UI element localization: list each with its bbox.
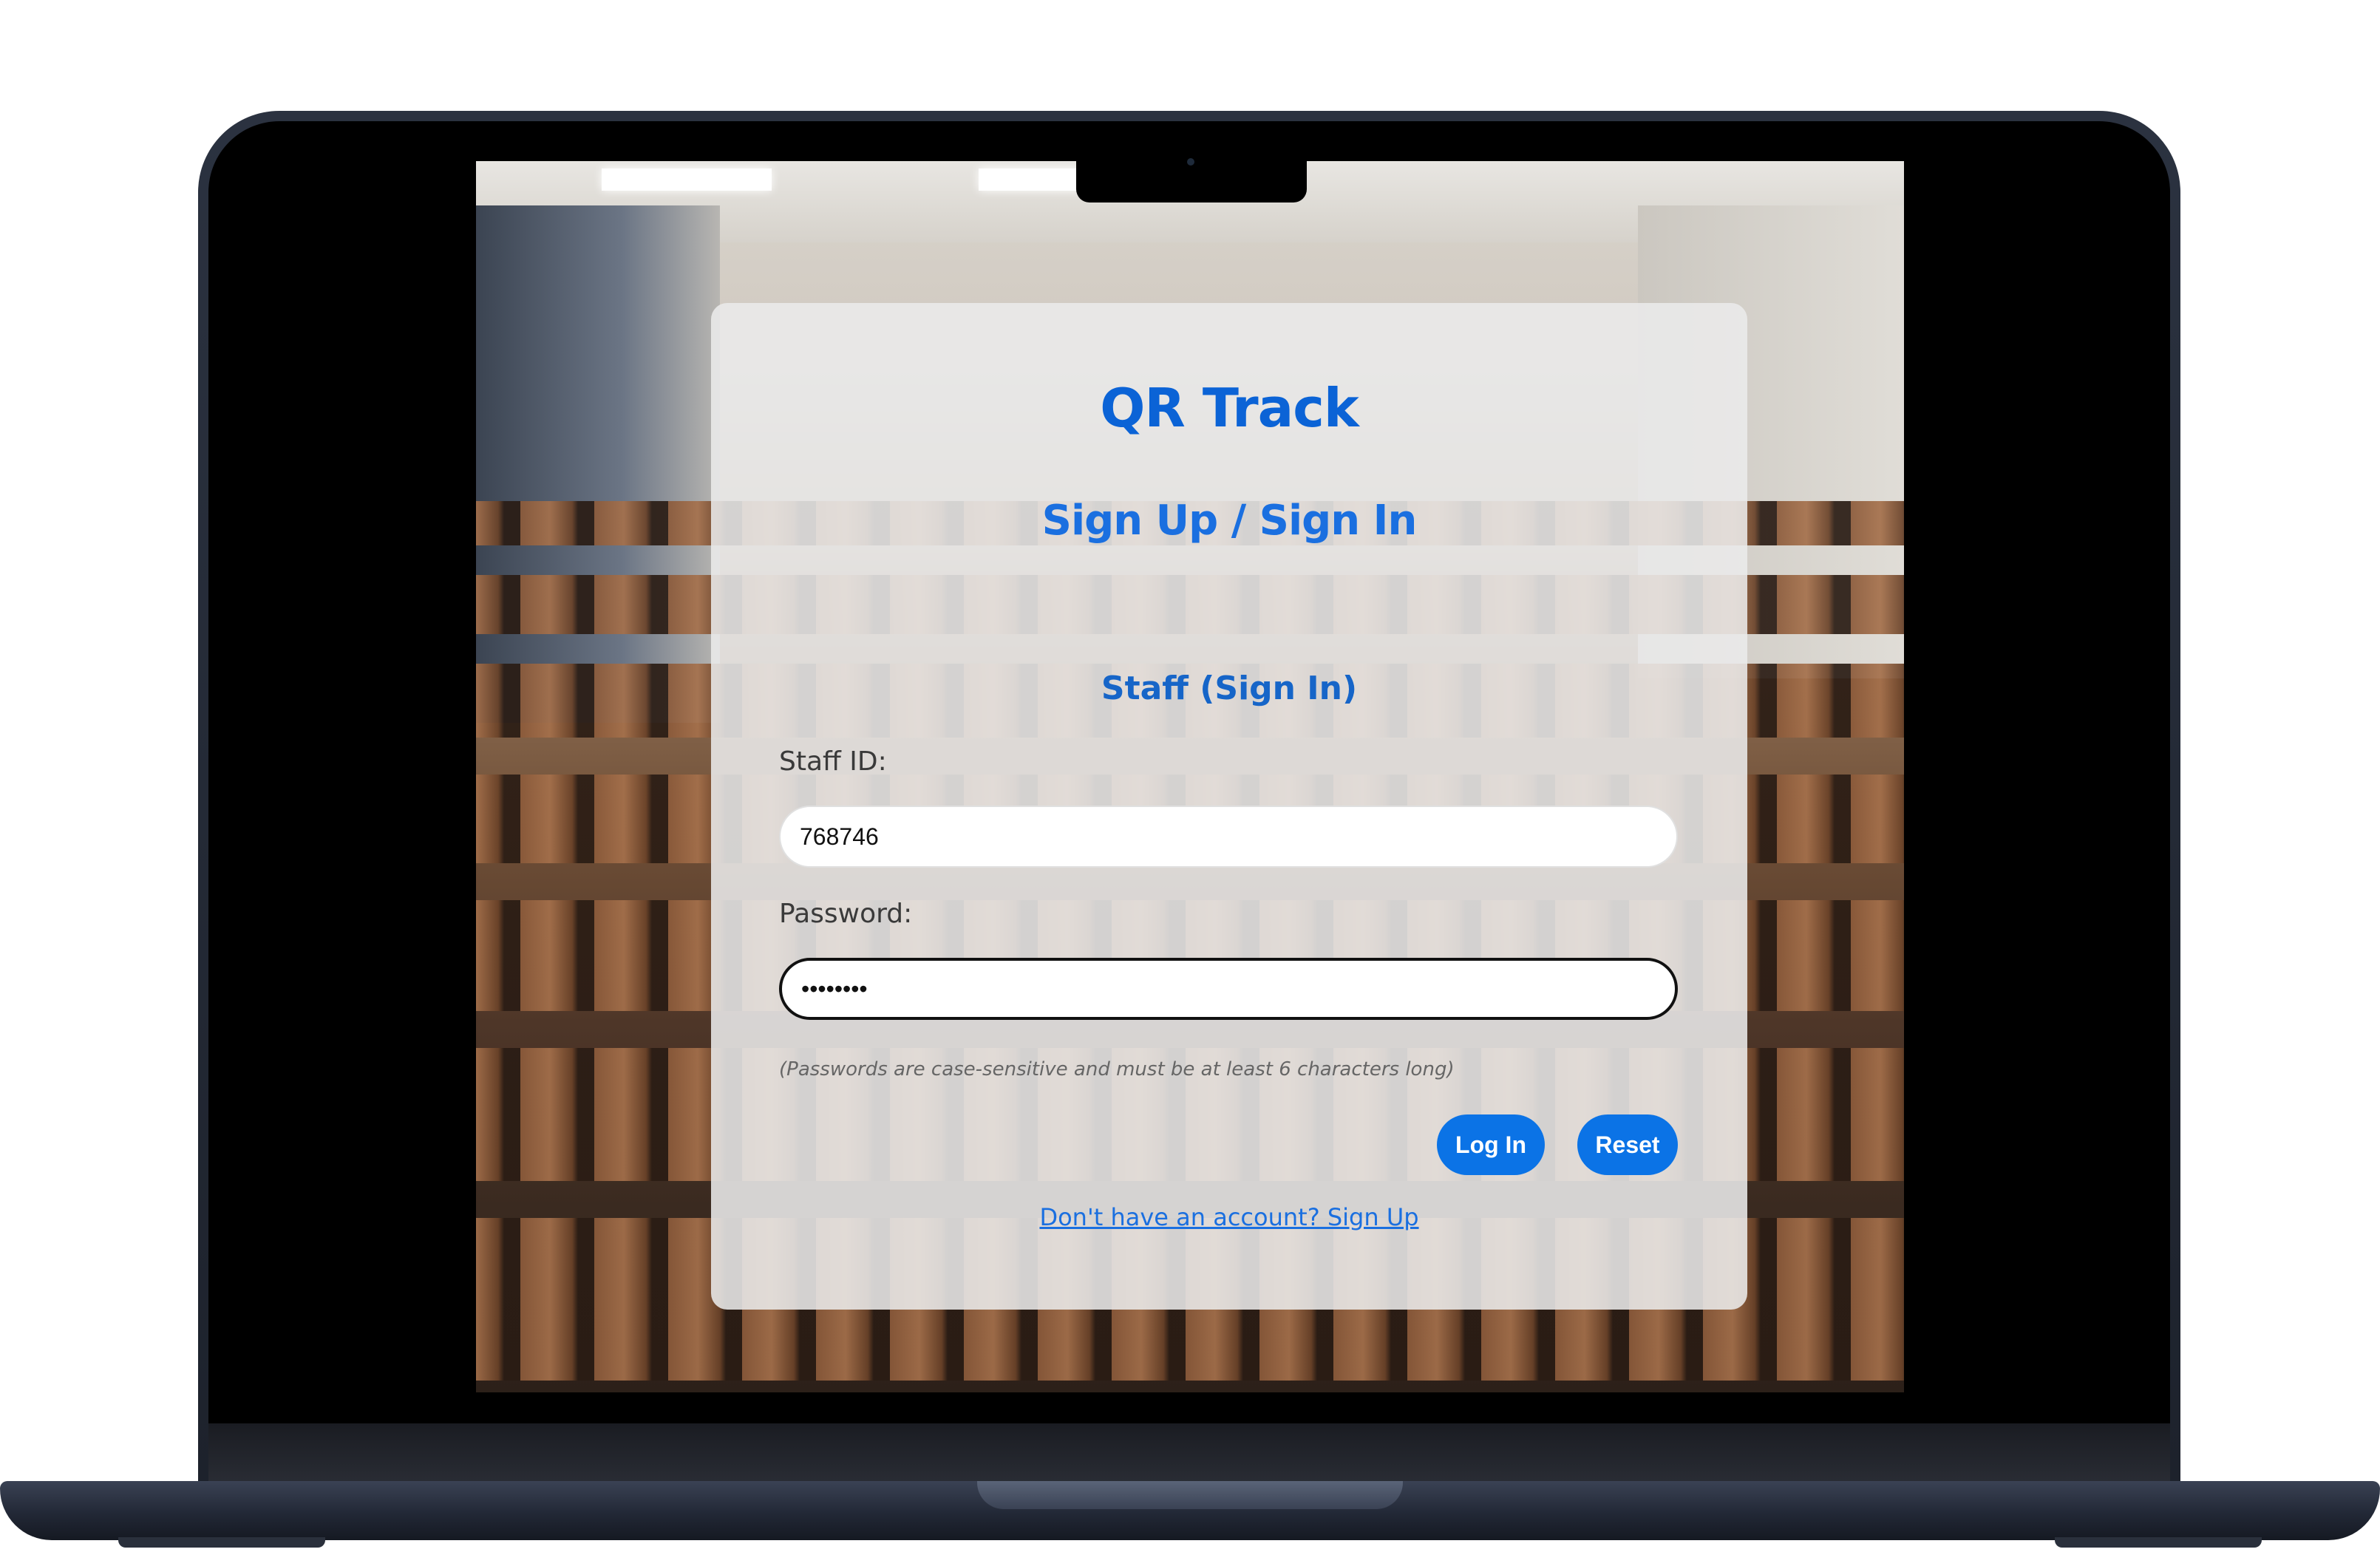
laptop-foot-right	[2055, 1537, 2262, 1548]
staff-id-label: Staff ID:	[779, 746, 887, 777]
laptop-chin	[208, 1423, 2170, 1485]
app-title: QR Track	[1100, 377, 1359, 439]
signup-link[interactable]: Don't have an account? Sign Up	[711, 1203, 1747, 1231]
camera-icon	[1187, 158, 1194, 166]
role-title: Staff (Sign In)	[1101, 670, 1358, 707]
laptop-foot-left	[118, 1537, 325, 1548]
camera-notch	[1076, 161, 1307, 202]
section-title: Sign Up / Sign In	[1041, 497, 1418, 545]
background-wall-left	[476, 205, 720, 723]
password-label: Password:	[779, 899, 913, 929]
login-card: QR Track Sign Up / Sign In Staff (Sign I…	[711, 303, 1747, 1310]
password-input[interactable]: ••••••••	[779, 958, 1678, 1020]
password-hint: (Passwords are case-sensitive and must b…	[779, 1058, 1455, 1080]
ceiling-light	[602, 169, 772, 191]
staff-id-input[interactable]: 768746	[779, 806, 1678, 868]
ceiling-light	[979, 169, 1089, 191]
login-button[interactable]: Log In	[1437, 1114, 1545, 1175]
laptop-base-notch	[977, 1481, 1403, 1509]
reset-button[interactable]: Reset	[1577, 1114, 1678, 1175]
